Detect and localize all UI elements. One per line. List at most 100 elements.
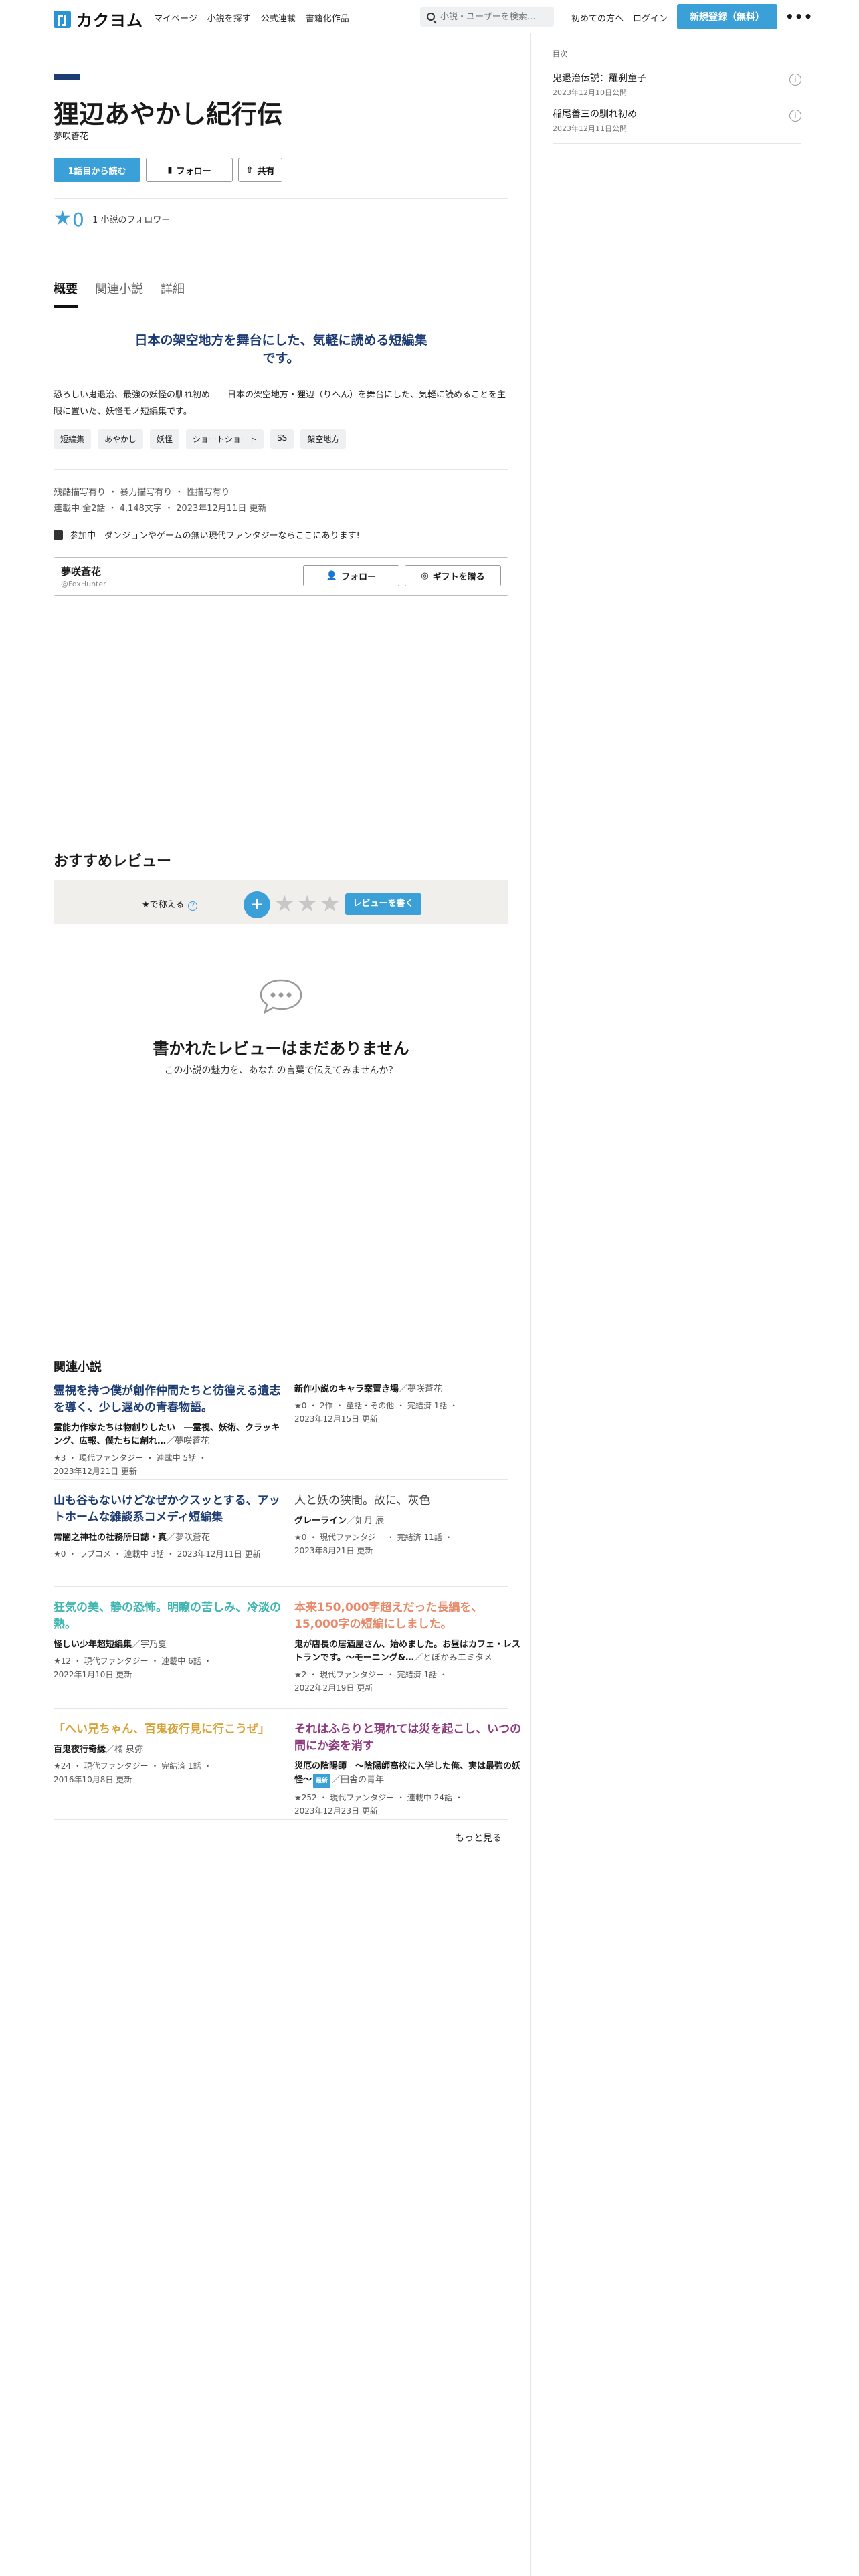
related-meta: ★0 ・ 2作 ・ 童話・その他 ・ 完結済 1話 ・	[294, 1401, 458, 1410]
toc-item[interactable]: 稲尾善三の馴れ初め 2023年12月11日公開 i	[553, 107, 801, 134]
related-author[interactable]: ／橘 泉弥	[106, 1745, 143, 1755]
more-menu-icon[interactable]: •••	[785, 9, 813, 25]
related-work[interactable]: 山も谷もないけどなぜかクスッとする、アットホームな雑談系コメディ短編集 常闇之神…	[54, 1493, 281, 1561]
global-nav: マイページ 小説を探す 公式連載 書籍化作品	[154, 11, 349, 24]
share-button[interactable]: ⇧ 共有	[238, 158, 282, 182]
write-review-button[interactable]: レビューを書く	[345, 893, 421, 915]
tag[interactable]: 架空地方	[300, 429, 347, 449]
related-title[interactable]: 常闇之神社の社務所日誌・真／夢咲蒼花	[54, 1531, 281, 1545]
related-author[interactable]: ／田舎の青年	[332, 1775, 384, 1785]
new-badge: 最新	[313, 1774, 331, 1788]
add-star-button[interactable]: +	[244, 891, 270, 918]
related-date: 2023年12月21日 更新	[54, 1467, 137, 1476]
related-catchphrase[interactable]: 狂気の美、静の恐怖。明瞭の苦しみ、冷淡の熱。	[54, 1600, 281, 1633]
toc-item-date: 2023年12月11日公開	[553, 124, 627, 133]
related-date: 2023年12月15日 更新	[294, 1414, 378, 1424]
related-author[interactable]: ／夢咲蒼花	[166, 1436, 209, 1446]
related-catchphrase[interactable]: 「へい兄ちゃん、百鬼夜行見に行こうぜ」	[54, 1721, 281, 1738]
related-work[interactable]: 狂気の美、静の恐怖。明瞭の苦しみ、冷淡の熱。 怪しい少年超短編集／宇乃夏 ★12…	[54, 1600, 281, 1681]
site-logo[interactable]: カクヨム	[54, 7, 143, 31]
related-catchphrase[interactable]: 人と妖の狭間。故に、灰色	[294, 1493, 522, 1509]
see-more-related-link[interactable]: もっと見る	[455, 1831, 502, 1844]
search-input[interactable]	[440, 11, 547, 22]
login-link[interactable]: ログイン	[633, 11, 668, 24]
work-author[interactable]: 夢咲蒼花	[54, 129, 88, 142]
related-title[interactable]: グレーライン／如月 辰	[294, 1515, 522, 1528]
related-author[interactable]: ／如月 辰	[347, 1516, 384, 1526]
first-time-link[interactable]: 初めての方へ	[571, 11, 624, 24]
follower-count: 1 小説のフォロワー	[92, 215, 171, 225]
nav-search-novels[interactable]: 小説を探す	[207, 11, 251, 24]
search-box	[420, 7, 554, 27]
related-title-text: 怪しい少年超短編集	[54, 1640, 132, 1650]
related-title-text: 新作小説のキャラ案置き場	[294, 1384, 399, 1394]
review-rating-bar: ★で称える? + ★ ★ ★ レビューを書く	[54, 880, 508, 924]
event-participation[interactable]: 参加中 ダンジョンやゲームの無い現代ファンタジーならここにあります!	[54, 528, 360, 541]
related-work[interactable]: 人と妖の狭間。故に、灰色 グレーライン／如月 辰 ★0 ・ 現代ファンタジー ・…	[294, 1493, 522, 1558]
tag-list: 短編集 あやかし 妖怪 ショートショート SS 架空地方	[54, 429, 347, 449]
toc-item-date: 2023年12月10日公開	[553, 88, 627, 97]
related-meta: ★2 ・ 現代ファンタジー ・ 完結済 1話 ・	[294, 1670, 448, 1679]
help-icon[interactable]: ?	[188, 901, 198, 911]
related-title[interactable]: 新作小説のキャラ案置き場／夢咲蒼花	[294, 1383, 522, 1396]
toc-item-title[interactable]: 鬼退治伝説：羅刹童子	[553, 71, 801, 84]
divider	[54, 1708, 508, 1709]
read-first-episode-button[interactable]: 1話目から読む	[54, 158, 140, 182]
related-catchphrase[interactable]: 本来150,000字超えだった長編を、15,000字の短編にしました。	[294, 1600, 522, 1633]
follow-work-button[interactable]: ▮ フォロー	[146, 158, 233, 182]
related-title[interactable]: 百鬼夜行奇縁／橘 泉弥	[54, 1743, 281, 1757]
user-add-icon: 👤	[326, 570, 338, 581]
divider	[54, 198, 508, 199]
signup-button[interactable]: 新規登録（無料）	[677, 4, 777, 29]
related-catchphrase[interactable]: 霊視を持つ僕が創作仲間たちと彷徨える遺志を導く、少し遅めの青春物語。	[54, 1383, 281, 1416]
related-meta: ★3 ・ 現代ファンタジー ・ 連載中 5話 ・	[54, 1453, 207, 1463]
related-catchphrase[interactable]: それはふらりと現れては災を起こし、いつの間にか姿を消す	[294, 1721, 522, 1755]
tag[interactable]: あやかし	[98, 429, 144, 449]
send-gift-button[interactable]: ◎ ギフトを贈る	[405, 565, 501, 586]
work-introduction: 恐ろしい鬼退治、最強の妖怪の馴れ初め――日本の架空地方・狸辺（りへん）を舞台にし…	[54, 390, 506, 417]
info-icon[interactable]: i	[789, 74, 801, 86]
star-icon[interactable]: ★	[320, 891, 340, 918]
share-icon: ⇧	[246, 165, 254, 175]
divider	[54, 469, 508, 470]
content-ratings: 残酷描写有り ・ 暴力描写有り ・ 性描写有り	[54, 488, 230, 498]
info-icon[interactable]: i	[789, 110, 801, 122]
related-work[interactable]: 新作小説のキャラ案置き場／夢咲蒼花 ★0 ・ 2作 ・ 童話・その他 ・ 完結済…	[294, 1383, 522, 1426]
related-catchphrase[interactable]: 山も谷もないけどなぜかクスッとする、アットホームな雑談系コメディ短編集	[54, 1493, 281, 1526]
related-author[interactable]: ／夢咲蒼花	[167, 1533, 210, 1543]
toc-heading: 目次	[553, 49, 567, 58]
nav-official[interactable]: 公式連載	[261, 11, 296, 24]
tag[interactable]: 短編集	[54, 429, 92, 449]
related-work[interactable]: 霊視を持つ僕が創作仲間たちと彷徨える遺志を導く、少し遅めの青春物語。 霊能力作家…	[54, 1383, 281, 1478]
divider	[54, 1586, 508, 1587]
nav-published[interactable]: 書籍化作品	[306, 11, 349, 24]
nav-mypage[interactable]: マイページ	[154, 11, 197, 24]
tag[interactable]: ショートショート	[186, 429, 264, 449]
toc-divider	[553, 143, 801, 144]
related-author[interactable]: ／夢咲蒼花	[399, 1384, 442, 1394]
kakuyomu-logo-icon	[54, 10, 71, 28]
related-work[interactable]: 本来150,000字超えだった長編を、15,000字の短編にしました。 鬼が店長…	[294, 1600, 522, 1695]
related-title[interactable]: 鬼が店長の居酒屋さん、始めました。お昼はカフェ・レストランです。〜モーニング&……	[294, 1638, 522, 1665]
tag[interactable]: 妖怪	[150, 429, 180, 449]
related-title[interactable]: 災厄の陰陽師 〜陰陽師高校に入学した俺、実は最強の妖怪〜 最新 ／田舎の青年	[294, 1760, 522, 1788]
tag[interactable]: SS	[270, 429, 294, 449]
toc-item-title[interactable]: 稲尾善三の馴れ初め	[553, 107, 801, 120]
follow-author-button[interactable]: 👤 フォロー	[303, 565, 399, 586]
author-name[interactable]: 夢咲蒼花	[61, 564, 101, 578]
related-title[interactable]: 怪しい少年超短編集／宇乃夏	[54, 1638, 281, 1652]
star-icon[interactable]: ★	[297, 891, 317, 918]
related-title-text: 百鬼夜行奇縁	[54, 1745, 106, 1755]
divider	[54, 1479, 508, 1480]
toc-item[interactable]: 鬼退治伝説：羅刹童子 2023年12月10日公開 i	[553, 71, 801, 98]
no-reviews-title: 書かれたレビューはまだありません	[153, 1039, 409, 1058]
related-author[interactable]: ／宇乃夏	[132, 1640, 167, 1650]
related-work[interactable]: それはふらりと現れては災を起こし、いつの間にか姿を消す 災厄の陰陽師 〜陰陽師高…	[294, 1721, 522, 1818]
related-title[interactable]: 霊能力作家たちは物創りしたい ―霊視、妖術、クラッキング、広報、僕たちに創れ…／…	[54, 1422, 281, 1448]
work-stats: 連載中 全2話 ・ 4,148文字 ・ 2023年12月11日 更新	[54, 504, 267, 514]
star-icon[interactable]: ★	[274, 891, 294, 918]
event-icon	[54, 530, 63, 540]
logo-text: カクヨム	[76, 11, 143, 30]
related-author[interactable]: ／とぼかみエミタメ	[414, 1653, 492, 1663]
related-work[interactable]: 「へい兄ちゃん、百鬼夜行見に行こうぜ」 百鬼夜行奇縁／橘 泉弥 ★24 ・ 現代…	[54, 1721, 281, 1786]
